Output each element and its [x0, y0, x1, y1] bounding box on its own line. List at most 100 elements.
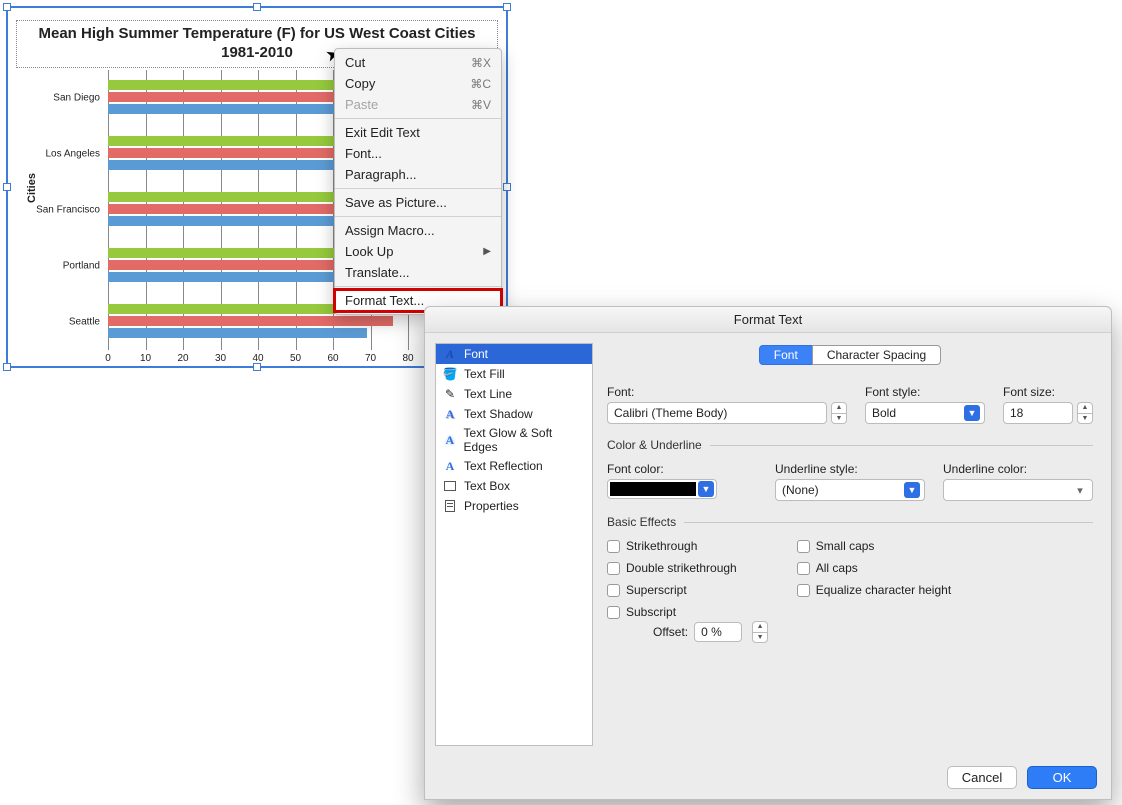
check-superscript[interactable]: Superscript: [607, 583, 737, 597]
underline-color-select[interactable]: ▾: [943, 479, 1093, 501]
menu-label: Assign Macro...: [345, 223, 435, 238]
bar: [108, 316, 393, 326]
resize-handle[interactable]: [3, 3, 11, 11]
letter-shadow-icon: A: [442, 406, 458, 422]
dropdown-caret-icon: ▼: [964, 405, 980, 421]
menu-shortcut: ⌘X: [471, 56, 491, 70]
font-size-input[interactable]: 18: [1003, 402, 1073, 424]
sidebar-item-label: Text Box: [464, 479, 510, 493]
underline-color-label: Underline color:: [943, 462, 1093, 476]
menu-cut[interactable]: Cut ⌘X: [335, 52, 501, 73]
bar: [108, 216, 356, 226]
sidebar-item-text-reflection[interactable]: AText Reflection: [436, 456, 592, 476]
menu-label: Font...: [345, 146, 382, 161]
resize-handle[interactable]: [503, 3, 511, 11]
menu-shortcut: ⌘V: [471, 98, 491, 112]
sidebar-item-label: Text Line: [464, 387, 512, 401]
check-label: Small caps: [816, 539, 875, 553]
menu-label: Paste: [345, 97, 378, 112]
x-tick-label: 80: [402, 353, 413, 364]
menu-separator: [335, 188, 501, 189]
check-all-caps[interactable]: All caps: [797, 561, 951, 575]
sidebar-item-text-glow-soft-edges[interactable]: AText Glow & Soft Edges: [436, 424, 592, 456]
bar: [108, 192, 363, 202]
font-stepper[interactable]: ▲▼: [831, 402, 847, 424]
sidebar-item-properties[interactable]: Properties: [436, 496, 592, 516]
menu-label: Save as Picture...: [345, 195, 447, 210]
check-strikethrough[interactable]: Strikethrough: [607, 539, 737, 553]
checkbox-icon: [607, 540, 620, 553]
dropdown-caret-icon: ▾: [1072, 482, 1088, 498]
menu-label: Look Up: [345, 244, 393, 259]
x-tick-label: 30: [215, 353, 226, 364]
resize-handle[interactable]: [253, 363, 261, 371]
tab-font[interactable]: Font: [759, 345, 813, 365]
font-style-select[interactable]: Bold ▼: [865, 402, 985, 424]
checkbox-icon: [797, 562, 810, 575]
menu-separator: [335, 216, 501, 217]
x-tick-label: 40: [252, 353, 263, 364]
menu-label: Copy: [345, 76, 375, 91]
check-label: All caps: [816, 561, 858, 575]
tab-character-spacing[interactable]: Character Spacing: [812, 345, 941, 365]
check-label: Subscript: [626, 605, 676, 619]
dialog-main: Font Character Spacing Font: Calibri (Th…: [593, 333, 1111, 756]
underline-style-select[interactable]: (None) ▼: [775, 479, 925, 501]
sidebar-item-text-fill[interactable]: 🪣Text Fill: [436, 364, 592, 384]
checkbox-icon: [607, 606, 620, 619]
y-tick-label: Seattle: [28, 317, 108, 328]
sidebar-item-text-shadow[interactable]: A Text Shadow: [436, 404, 592, 424]
menu-copy[interactable]: Copy ⌘C: [335, 73, 501, 94]
menu-assign-macro[interactable]: Assign Macro...: [335, 220, 501, 241]
ok-button[interactable]: OK: [1027, 766, 1097, 789]
check-label: Equalize character height: [816, 583, 951, 597]
check-equalize-height[interactable]: Equalize character height: [797, 583, 951, 597]
y-tick-label: Portland: [28, 261, 108, 272]
sidebar-item-label: Text Shadow: [464, 407, 533, 421]
resize-handle[interactable]: [3, 183, 11, 191]
menu-label: Format Text...: [345, 293, 424, 308]
resize-handle[interactable]: [503, 183, 511, 191]
select-value: Bold: [872, 406, 896, 420]
menu-font[interactable]: Font...: [335, 143, 501, 164]
x-tick-label: 10: [140, 353, 151, 364]
sidebar-item-label: Text Fill: [464, 367, 505, 381]
tab-group: Font Character Spacing: [607, 345, 1093, 365]
menu-paste: Paste ⌘V: [335, 94, 501, 115]
offset-stepper[interactable]: ▲▼: [752, 621, 768, 643]
check-small-caps[interactable]: Small caps: [797, 539, 951, 553]
checkbox-icon: [797, 540, 810, 553]
cancel-button[interactable]: Cancel: [947, 766, 1017, 789]
check-subscript[interactable]: Subscript: [607, 605, 737, 619]
sidebar-item-font[interactable]: AFont: [436, 344, 592, 364]
group-color-underline: Color & Underline: [607, 438, 1093, 452]
sidebar-item-label: Font: [464, 347, 488, 361]
offset-input[interactable]: 0 %: [694, 622, 742, 642]
dialog-footer: Cancel OK: [425, 756, 1111, 799]
resize-handle[interactable]: [253, 3, 261, 11]
menu-save-as-picture[interactable]: Save as Picture...: [335, 192, 501, 213]
group-basic-effects: Basic Effects: [607, 515, 1093, 529]
y-tick-label: Los Angeles: [28, 149, 108, 160]
checkbox-icon: [797, 584, 810, 597]
menu-label: Cut: [345, 55, 365, 70]
menu-paragraph[interactable]: Paragraph...: [335, 164, 501, 185]
resize-handle[interactable]: [3, 363, 11, 371]
sidebar-item-text-box[interactable]: Text Box: [436, 476, 592, 496]
x-tick-label: 50: [290, 353, 301, 364]
sidebar-item-text-line[interactable]: ✎Text Line: [436, 384, 592, 404]
menu-translate[interactable]: Translate...: [335, 262, 501, 283]
menu-exit-edit-text[interactable]: Exit Edit Text: [335, 122, 501, 143]
menu-look-up[interactable]: Look Up ▶: [335, 241, 501, 262]
check-double-strikethrough[interactable]: Double strikethrough: [607, 561, 737, 575]
dropdown-caret-icon: ▼: [904, 482, 920, 498]
font-size-stepper[interactable]: ▲▼: [1077, 402, 1093, 424]
font-color-picker[interactable]: ▼: [607, 479, 717, 499]
chevron-up-icon: ▲: [753, 622, 767, 633]
font-input[interactable]: Calibri (Theme Body): [607, 402, 827, 424]
sidebar-item-label: Properties: [464, 499, 519, 513]
chevron-up-icon: ▲: [1078, 403, 1092, 414]
check-label: Strikethrough: [626, 539, 697, 553]
textbox-icon: [442, 478, 458, 494]
sidebar-item-label: Text Glow & Soft Edges: [464, 426, 586, 454]
